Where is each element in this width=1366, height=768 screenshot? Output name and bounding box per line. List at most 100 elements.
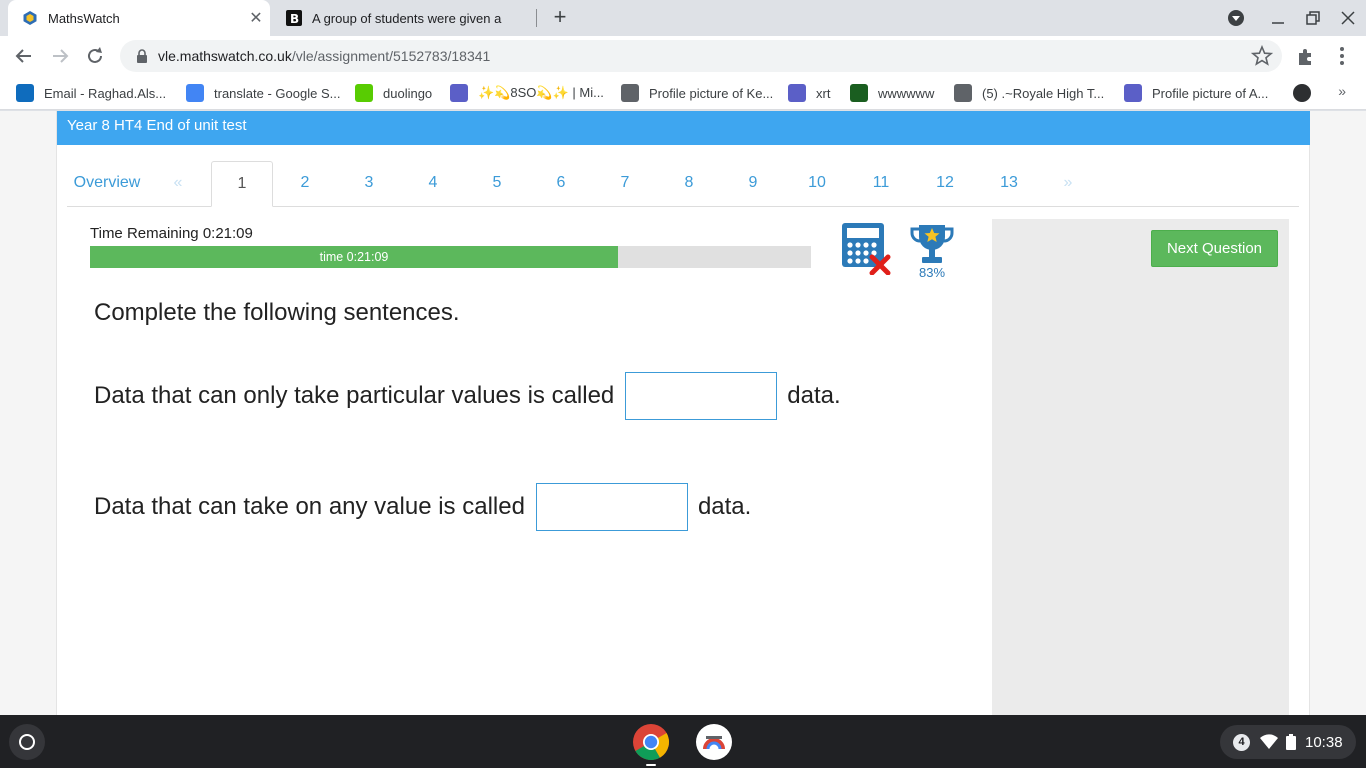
system-shelf: 4 10:38 bbox=[0, 715, 1366, 768]
google-icon bbox=[186, 84, 204, 102]
question-tabs: Overview «1 2 3 4 5 6 7 8 9 10 11 12 13» bbox=[67, 161, 1299, 207]
battery-icon bbox=[1286, 734, 1296, 750]
new-tab-button[interactable]: + bbox=[548, 6, 572, 30]
timer-progress-bar: time 0:21:09 bbox=[90, 246, 811, 268]
forward-arrow-icon[interactable] bbox=[48, 44, 72, 68]
clock: 10:38 bbox=[1305, 733, 1343, 751]
bookmark-star-icon[interactable] bbox=[1251, 45, 1273, 67]
sentence-suffix: data. bbox=[787, 382, 841, 409]
sentence-suffix: data. bbox=[697, 493, 752, 520]
bookmark-label: duolingo bbox=[383, 85, 433, 101]
duolingo-icon bbox=[355, 84, 373, 102]
bookmark-label: translate - Google S... bbox=[214, 85, 341, 101]
extensions-puzzle-icon[interactable] bbox=[1295, 45, 1317, 67]
tab-separator bbox=[536, 9, 537, 27]
menu-kebab-icon[interactable] bbox=[1331, 45, 1353, 67]
bold-b-favicon-icon: B bbox=[286, 10, 302, 26]
bookmark-item[interactable]: translate - Google S... bbox=[186, 82, 340, 104]
chrome-app-icon[interactable] bbox=[632, 723, 670, 761]
restore-icon[interactable] bbox=[1303, 8, 1323, 28]
assignment-title: Year 8 HT4 End of unit test bbox=[67, 117, 247, 134]
question-sentence-1: Data that can only take particular value… bbox=[94, 372, 841, 420]
next-question-button[interactable]: Next Question bbox=[1151, 230, 1278, 267]
bookmark-label: ✨💫8SO💫✨ | Mi... bbox=[478, 85, 604, 100]
teams-icon bbox=[1124, 84, 1142, 102]
bookmark-item[interactable]: Profile picture of Ke... bbox=[621, 82, 773, 104]
tab-title: A group of students were given a bbox=[312, 10, 502, 26]
trophy-icon bbox=[910, 225, 954, 263]
bookmark-item[interactable]: Email - Raghad.Als... bbox=[16, 82, 166, 104]
more-bookmarks-icon[interactable]: » bbox=[1338, 83, 1346, 99]
bookmark-item[interactable]: wwwwww bbox=[850, 82, 934, 104]
status-tray[interactable]: 4 10:38 bbox=[1220, 725, 1356, 759]
bookmark-label: Email - Raghad.Als... bbox=[44, 85, 167, 101]
tab-overview[interactable]: Overview bbox=[67, 161, 147, 207]
app-running-indicator bbox=[646, 764, 656, 766]
bookmark-item[interactable]: ✨💫8SO💫✨ | Mi... bbox=[450, 82, 604, 104]
teams-icon bbox=[450, 84, 468, 102]
page-content: Year 8 HT4 End of unit test Overview «1 2 3… bbox=[0, 111, 1366, 715]
tab-question-5[interactable]: 5 bbox=[465, 161, 529, 207]
assignment-title-banner: Year 8 HT4 End of unit test bbox=[57, 111, 1310, 145]
svg-text:B: B bbox=[290, 12, 299, 26]
tab-question-9[interactable]: 9 bbox=[721, 161, 785, 207]
tab-question-10[interactable]: 10 bbox=[785, 161, 849, 207]
globe-icon bbox=[621, 84, 639, 102]
question-sentence-2: Data that can take on any value is calle… bbox=[94, 483, 751, 531]
bookmarks-bar: Email - Raghad.Als... translate - Google … bbox=[0, 76, 1366, 110]
bookmark-label: wwwwww bbox=[878, 85, 935, 101]
roblox-icon bbox=[954, 84, 972, 102]
score-percentage: 83% bbox=[918, 265, 946, 280]
sentence-text: Data that can only take particular value… bbox=[94, 382, 615, 409]
bookmark-label: Profile picture of Ke... bbox=[649, 85, 774, 101]
bookmark-label: (5) .~Royale High T... bbox=[982, 85, 1105, 101]
tab-prev[interactable]: « bbox=[167, 161, 189, 207]
back-arrow-icon[interactable] bbox=[12, 44, 36, 68]
bookmark-item[interactable]: duolingo bbox=[355, 82, 432, 104]
bookmark-item[interactable]: Profile picture of A... bbox=[1124, 82, 1268, 104]
answer-input-2[interactable] bbox=[535, 483, 688, 531]
tab-next[interactable]: » bbox=[1057, 161, 1079, 207]
bookmark-label: Profile picture of A... bbox=[1152, 85, 1269, 101]
tab-question-4[interactable]: 4 bbox=[401, 161, 465, 207]
image-icon bbox=[850, 84, 868, 102]
tab-question-12[interactable]: 12 bbox=[913, 161, 977, 207]
tab-question-3[interactable]: 3 bbox=[337, 161, 401, 207]
side-panel: Next Question bbox=[992, 219, 1289, 715]
tab-question-1[interactable]: 1 bbox=[211, 161, 273, 207]
launcher-circle-icon bbox=[19, 734, 35, 750]
launcher-button[interactable] bbox=[9, 724, 45, 760]
tab-search-icon[interactable] bbox=[1226, 8, 1246, 28]
sentence-text: Data that can take on any value is calle… bbox=[94, 493, 525, 520]
tab-title: MathsWatch bbox=[48, 10, 120, 26]
lock-icon[interactable] bbox=[134, 48, 150, 64]
tab-question-11[interactable]: 11 bbox=[849, 161, 913, 207]
address-bar[interactable]: vle.mathswatch.co.uk/vle/assignment/5152… bbox=[120, 40, 1282, 72]
notification-count-badge[interactable]: 4 bbox=[1233, 733, 1250, 751]
bookmark-item[interactable]: xrt bbox=[788, 82, 830, 104]
url-host: vle.mathswatch.co.uk bbox=[158, 48, 292, 64]
answer-input-1[interactable] bbox=[625, 372, 778, 420]
reload-icon[interactable] bbox=[83, 44, 107, 68]
tab-question-2[interactable]: 2 bbox=[273, 161, 337, 207]
files-app-icon[interactable] bbox=[695, 723, 733, 761]
outlook-icon bbox=[16, 84, 34, 102]
close-tab-icon[interactable]: ✕ bbox=[242, 8, 270, 28]
wifi-icon bbox=[1260, 734, 1278, 749]
browser-tab-strip: MathsWatch ✕ B A group of students were … bbox=[0, 0, 1366, 36]
mathswatch-favicon-icon bbox=[23, 11, 37, 25]
tab-question-13[interactable]: 13 bbox=[977, 161, 1041, 207]
time-remaining-label: Time Remaining 0:21:09 bbox=[90, 225, 253, 242]
tab-mathswatch[interactable]: MathsWatch ✕ bbox=[8, 0, 270, 36]
tab-group-of-students[interactable]: B A group of students were given a bbox=[280, 0, 534, 36]
bookmark-item[interactable]: (5) .~Royale High T... bbox=[954, 82, 1104, 104]
timer-progress-text: time 0:21:09 bbox=[319, 250, 389, 264]
tab-question-7[interactable]: 7 bbox=[593, 161, 657, 207]
browser-toolbar: vle.mathswatch.co.uk/vle/assignment/5152… bbox=[0, 36, 1366, 97]
minimize-icon[interactable] bbox=[1268, 8, 1288, 28]
assignment-panel: Year 8 HT4 End of unit test Overview «1 2 3… bbox=[56, 111, 1310, 715]
avatar-icon[interactable] bbox=[1293, 84, 1311, 102]
tab-question-8[interactable]: 8 bbox=[657, 161, 721, 207]
close-window-icon[interactable] bbox=[1338, 8, 1358, 28]
tab-question-6[interactable]: 6 bbox=[529, 161, 593, 207]
